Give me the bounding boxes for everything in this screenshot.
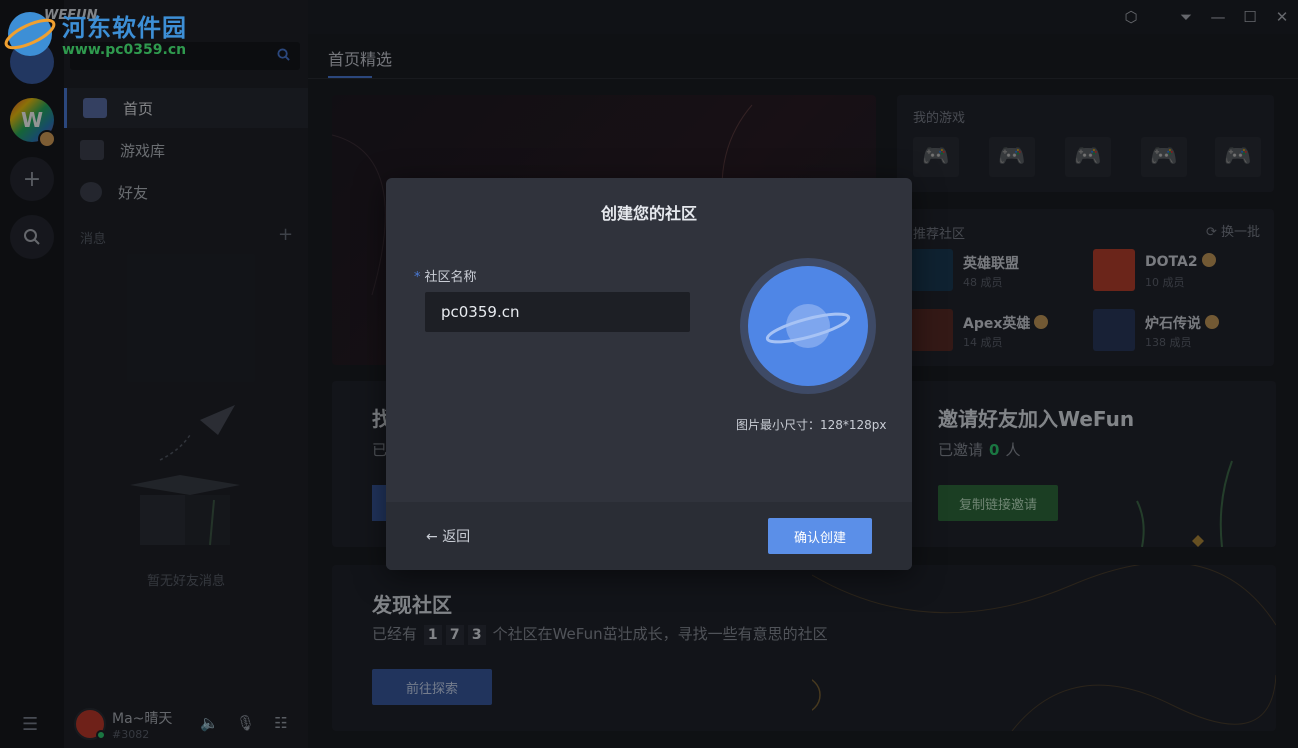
planet-icon [765,304,851,348]
community-name-label: * 社区名称 [414,270,477,285]
image-size-hint: 图片最小尺寸：128*128px [736,418,887,432]
community-name-input[interactable] [425,292,690,332]
dialog-footer: ← 返回 确认创建 [386,502,912,570]
watermark-logo-icon [4,12,56,56]
confirm-create-button[interactable]: 确认创建 [768,518,872,554]
create-community-dialog: 创建您的社区 *社区名称 图片最小尺寸：128*128px ← 返回 确认创建 [386,178,912,570]
watermark-title: 河东软件园 [62,14,187,42]
avatar-placeholder [748,266,868,386]
required-mark: * [414,270,421,285]
community-avatar-upload[interactable] [740,258,876,394]
watermark-url: www.pc0359.cn [62,42,187,58]
dialog-title: 创建您的社区 [600,204,697,223]
app-window: W + ☰ 首页 游戏库 好友 消息 + 暂无好友消息 Ma~晴天 #3082 … [0,0,1298,748]
back-button[interactable]: ← 返回 [426,526,470,546]
arrow-left-icon: ← [426,529,443,545]
